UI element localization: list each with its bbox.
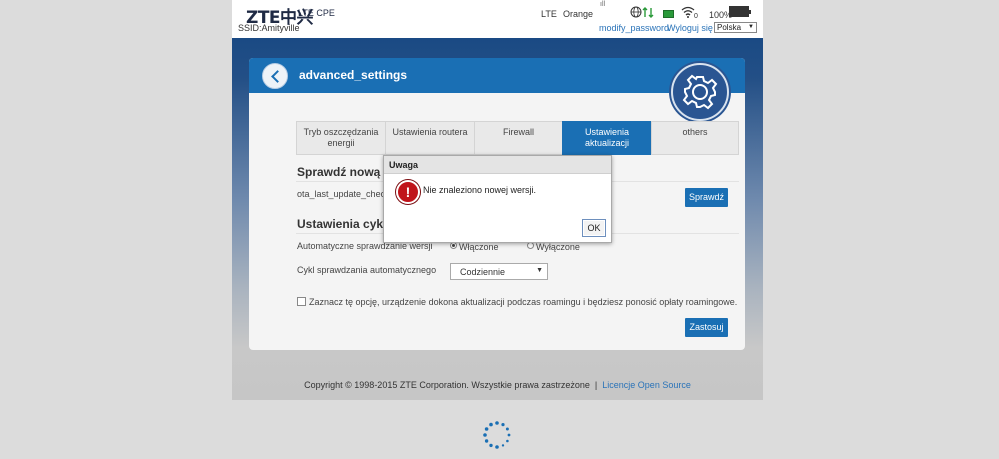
chevron-down-icon: ▼ [536,267,543,274]
radio-enabled[interactable] [450,242,457,249]
copyright-text: Copyright © 1998-2015 ZTE Corporation. W… [304,380,590,390]
warning-icon: ! [396,180,420,204]
open-source-link[interactable]: Licencje Open Source [602,380,691,390]
tab-power-saving[interactable]: Tryb oszczędzania energii [296,121,385,155]
ok-button[interactable]: OK [582,219,606,237]
cycle-select[interactable]: Codziennie ▼ [450,263,548,280]
dialog-message: Nie znaleziono nowej wersji. [423,185,537,195]
check-button[interactable]: Sprawdź [685,188,728,207]
back-button[interactable] [262,63,288,89]
page-title: advanced_settings [299,68,408,82]
carrier-name: Orange [563,9,594,19]
product-name: LTE CPE [298,8,335,18]
loading-spinner-icon [483,421,511,449]
cycle-section-title: Ustawienia cyklu [297,217,394,231]
roaming-checkbox[interactable] [297,297,306,306]
language-select[interactable]: Polska ▼ [714,22,757,33]
radio-disabled[interactable] [527,242,534,249]
footer: Copyright © 1998-2015 ZTE Corporation. W… [232,380,763,390]
settings-tabs: Tryb oszczędzania energii Ustawienia rou… [296,121,739,155]
wifi-icon [681,6,695,18]
tab-firewall[interactable]: Firewall [474,121,562,155]
tab-router-settings[interactable]: Ustawienia routera [385,121,474,155]
tab-others[interactable]: others [651,121,739,155]
ssid-label: SSID:Amityville [238,23,300,33]
radio-enabled-label: Włączone [459,242,499,252]
wifi-client-count: 0 [694,13,698,20]
data-transfer-icon [642,7,654,18]
tab-update-settings[interactable]: Ustawienia aktualizacji [562,121,651,155]
sms-icon[interactable] [663,10,674,18]
network-type: LTE [541,9,557,19]
signal-strength-icon: ıll [600,1,606,8]
language-value: Polska [717,23,742,32]
globe-icon [630,6,642,18]
alert-dialog: Uwaga ! Nie znaleziono nowej wersji. OK [383,155,612,243]
last-update-label: ota_last_update_check [297,189,390,199]
logout-link[interactable]: Wyloguj się [667,23,713,33]
top-header: ZTE中兴 LTE CPE SSID:Amityville LTE Orange… [232,0,763,38]
apply-button[interactable]: Zastosuj [685,318,728,337]
radio-disabled-label: Wyłączone [536,242,580,252]
gear-icon [671,63,729,121]
dialog-title: Uwaga [384,156,611,174]
chevron-down-icon: ▼ [748,24,754,30]
modify-password-link[interactable]: modify_password [599,23,669,33]
cycle-label: Cykl sprawdzania automatycznego [297,265,437,275]
roaming-label: Zaznacz tę opcję, urządzenie dokona aktu… [309,297,738,307]
footer-separator: | [594,380,598,390]
battery-icon [729,6,751,17]
cycle-select-value: Codziennie [460,267,506,277]
